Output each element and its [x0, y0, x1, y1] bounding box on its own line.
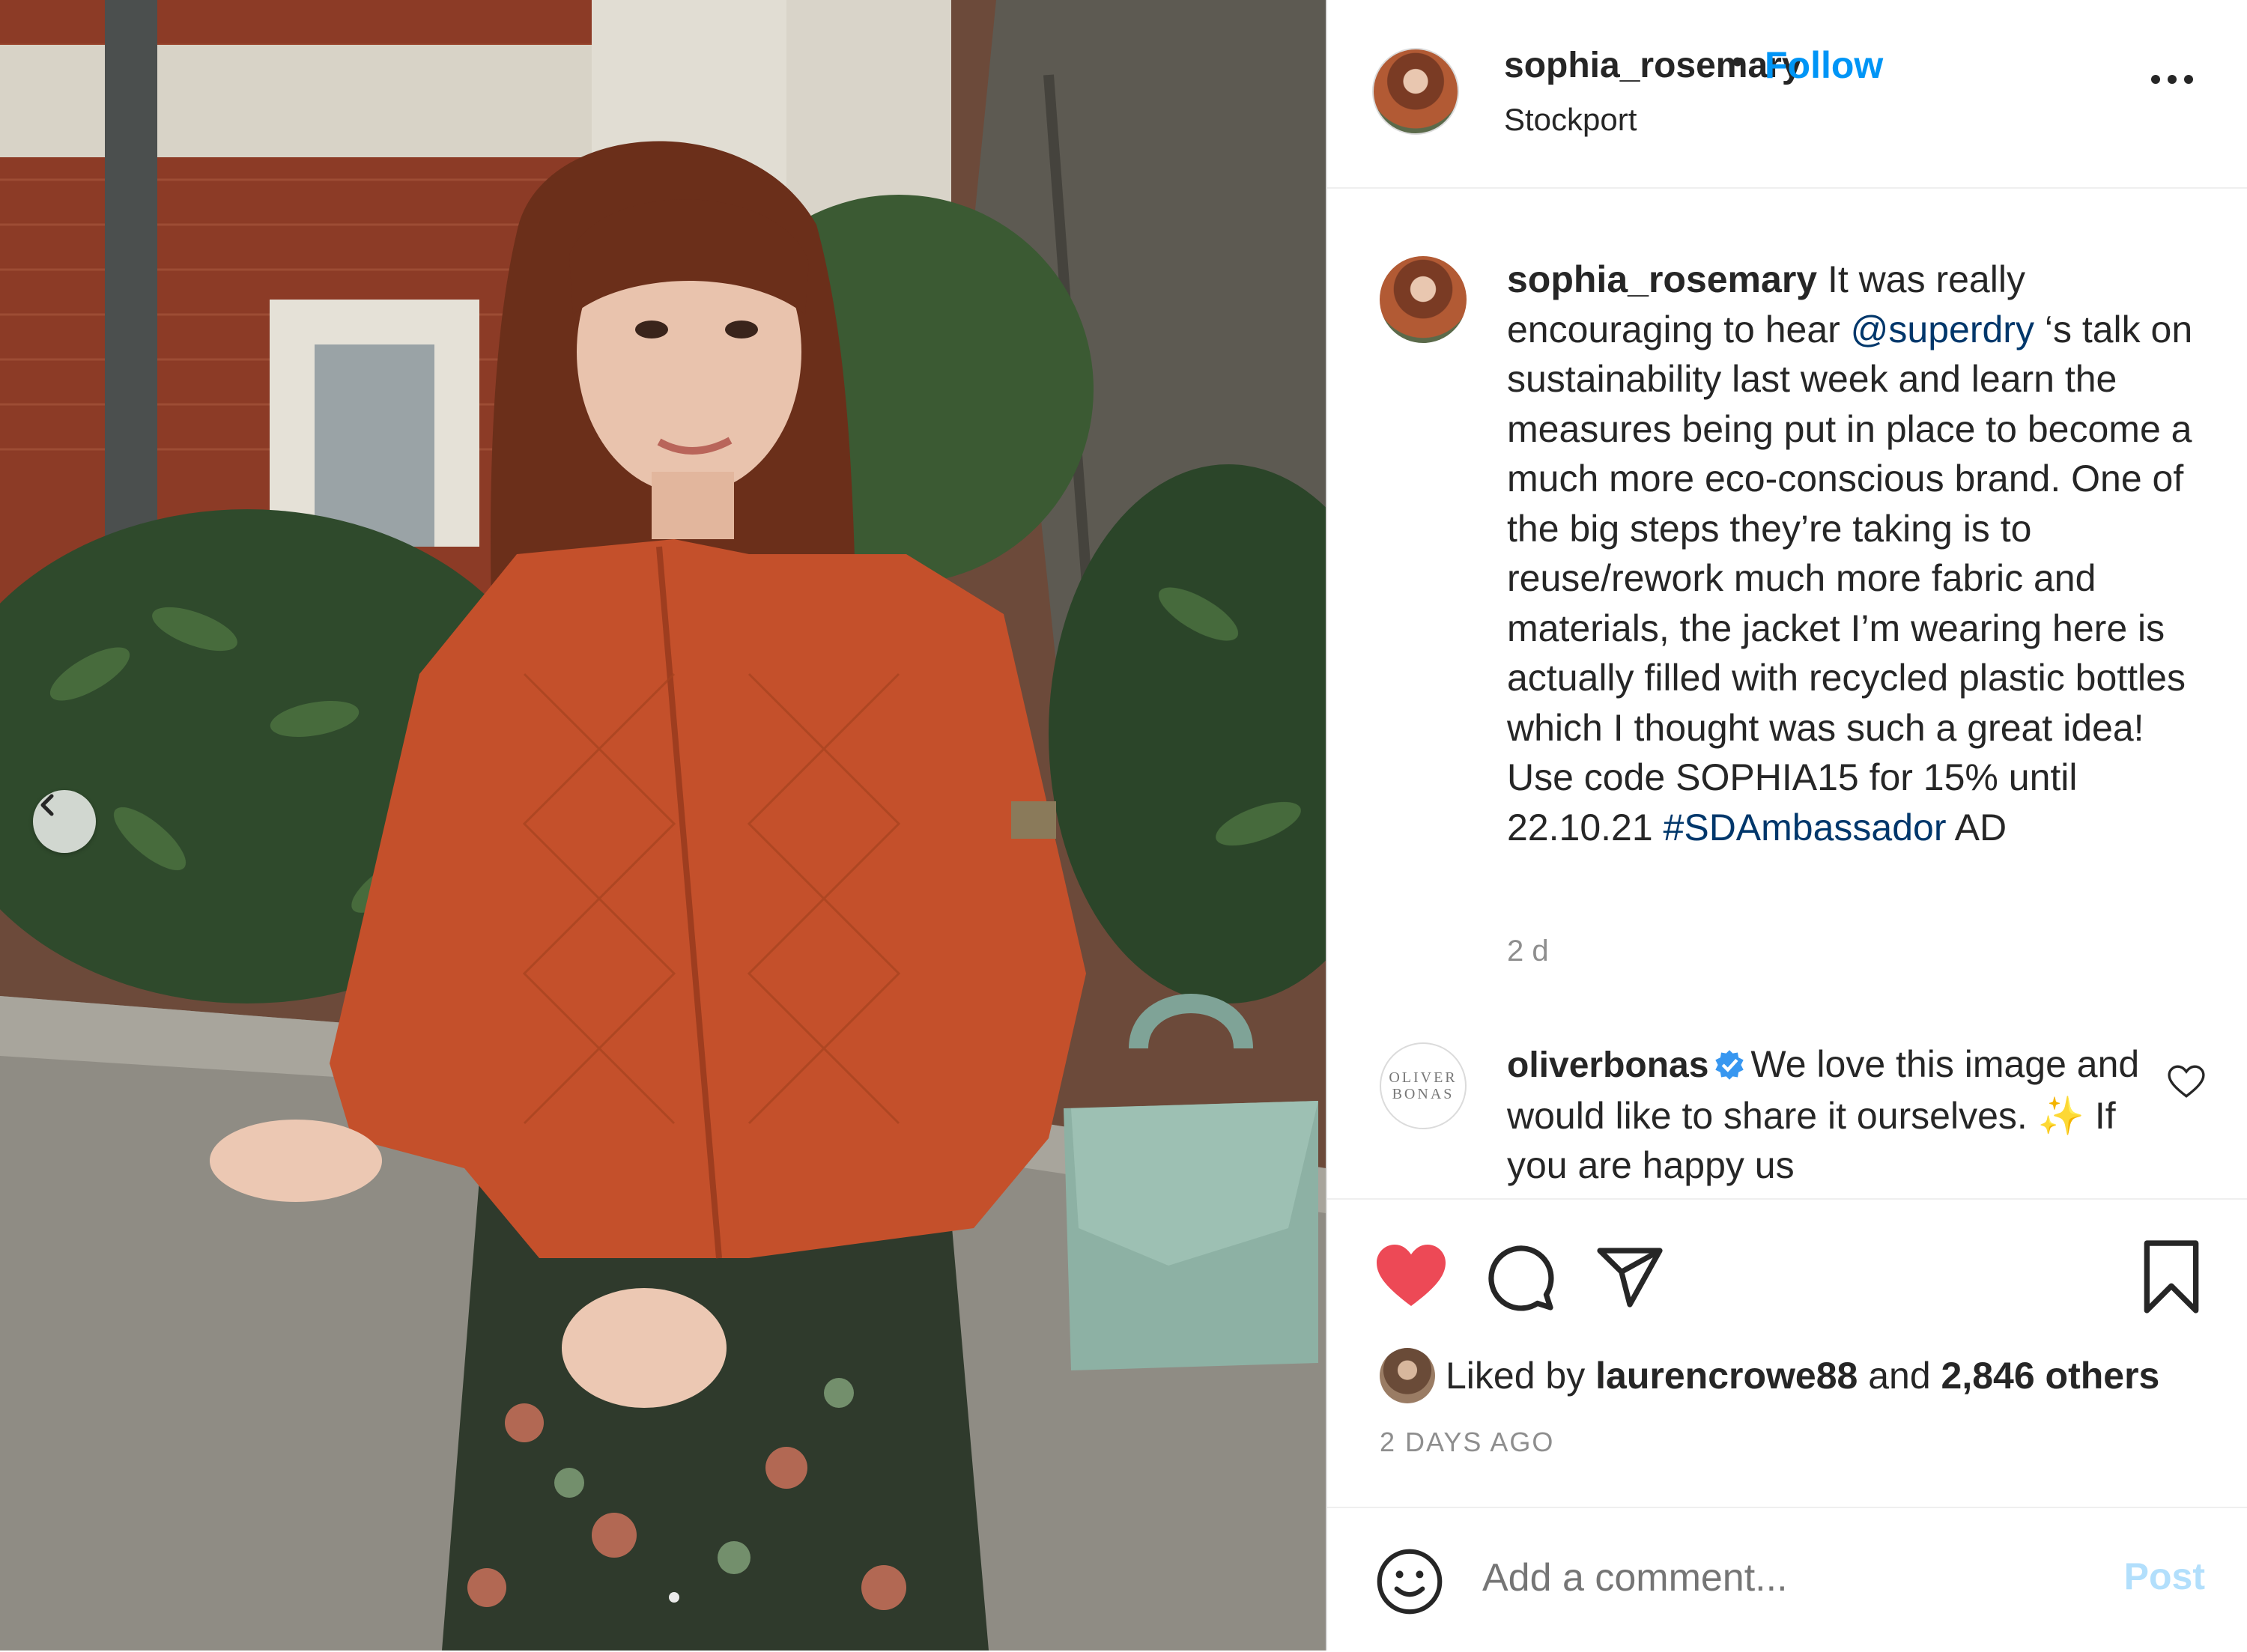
smiley-icon[interactable]	[1375, 1547, 1444, 1616]
commenter-avatar[interactable]: OLIVER BONAS	[1380, 1042, 1467, 1129]
verified-badge-icon	[1715, 1050, 1744, 1080]
author-avatar[interactable]	[1372, 48, 1459, 135]
caption-text-2: ‘s talk on sustainability last week and …	[1507, 308, 2193, 848]
more-options-icon[interactable]	[2151, 75, 2193, 84]
likes-others[interactable]: 2,846 others	[1941, 1354, 2160, 1397]
caption-text-3: AD	[1946, 806, 2007, 848]
paper-plane-icon[interactable]	[1594, 1242, 1666, 1314]
carousel-previous-button[interactable]	[33, 790, 96, 853]
follow-button[interactable]: Follow	[1765, 43, 1883, 87]
caption-username[interactable]: sophia_rosemary	[1507, 258, 1817, 300]
post-photo[interactable]	[0, 0, 1326, 1651]
likes-summary[interactable]: Liked by laurencrowe88 and 2,846 others	[1380, 1348, 2159, 1403]
caption-age: 2 d	[1507, 935, 1549, 968]
post-panel: sophia_rosemary • Follow Stockport sophi…	[1326, 0, 2247, 1651]
post-caption: sophia_rosemary It was really encouragin…	[1507, 255, 2204, 852]
likes-prefix: Liked by	[1446, 1355, 1586, 1397]
post-comment-button[interactable]: Post	[2124, 1555, 2205, 1598]
avatar-logo-line-2: BONAS	[1392, 1086, 1455, 1102]
hashtag-link[interactable]: #SDAmbassador	[1664, 807, 1947, 848]
avatar-logo-line-1: OLIVER	[1389, 1069, 1458, 1086]
header-separator: •	[1732, 43, 1744, 80]
post-header: sophia_rosemary • Follow Stockport	[1327, 0, 2247, 189]
action-bar	[1327, 1198, 2247, 1314]
bookmark-icon[interactable]	[2138, 1240, 2205, 1314]
comments-area[interactable]: sophia_rosemary It was really encouragin…	[1327, 189, 2247, 1198]
likes-middle: and	[1858, 1355, 1941, 1397]
comment-like-heart-icon[interactable]	[2168, 1065, 2205, 1099]
caption-avatar[interactable]	[1380, 256, 1467, 343]
comment-input[interactable]	[1481, 1555, 2083, 1601]
post-location[interactable]: Stockport	[1504, 102, 1637, 138]
carousel-indicator	[669, 1592, 679, 1603]
heart-filled-icon[interactable]	[1375, 1243, 1447, 1309]
sparkle-emoji: ✨	[2037, 1094, 2084, 1137]
liker-username[interactable]: laurencrowe88	[1595, 1354, 1858, 1397]
comment-item: oliverbonas We love this image and would …	[1507, 1039, 2159, 1191]
chevron-left-icon	[40, 794, 54, 816]
liker-avatar	[1380, 1348, 1435, 1403]
add-comment-bar: Post	[1327, 1507, 2247, 1652]
instagram-post: sophia_rosemary • Follow Stockport sophi…	[0, 0, 2247, 1651]
comment-bubble-icon[interactable]	[1485, 1242, 1556, 1314]
photo-illustration	[0, 0, 1326, 1651]
post-date[interactable]: 2 DAYS AGO	[1380, 1427, 1554, 1458]
author-username[interactable]: sophia_rosemary	[1504, 45, 1802, 86]
commenter-username[interactable]: oliverbonas	[1507, 1045, 1708, 1085]
mention-link[interactable]: @superdry	[1851, 309, 2034, 350]
